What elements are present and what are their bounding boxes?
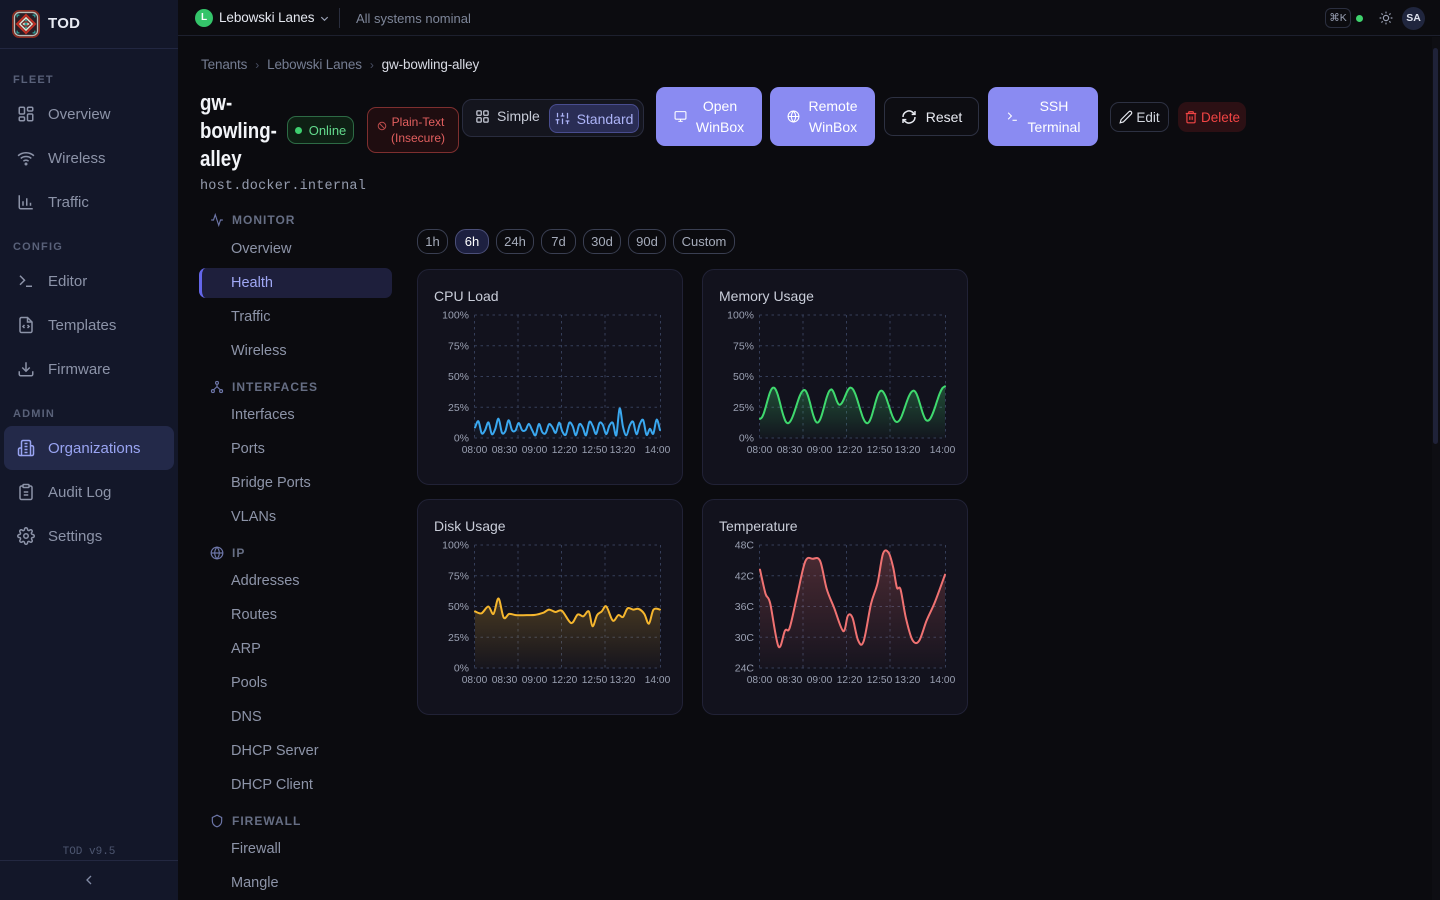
svg-text:25%: 25% bbox=[448, 402, 469, 414]
svg-text:14:00: 14:00 bbox=[930, 445, 956, 456]
svg-text:12:50: 12:50 bbox=[582, 675, 608, 686]
svg-text:25%: 25% bbox=[733, 402, 754, 414]
svg-text:12:20: 12:20 bbox=[552, 675, 578, 686]
svg-text:09:00: 09:00 bbox=[807, 445, 833, 456]
svg-text:30C: 30C bbox=[735, 632, 755, 644]
svg-text:42C: 42C bbox=[735, 570, 755, 582]
svg-text:13:20: 13:20 bbox=[895, 675, 921, 686]
svg-text:12:50: 12:50 bbox=[867, 675, 893, 686]
svg-text:09:00: 09:00 bbox=[522, 675, 548, 686]
svg-text:12:50: 12:50 bbox=[582, 445, 608, 456]
svg-text:75%: 75% bbox=[448, 340, 469, 352]
svg-text:0%: 0% bbox=[454, 433, 469, 445]
svg-text:08:00: 08:00 bbox=[462, 675, 488, 686]
svg-text:12:20: 12:20 bbox=[837, 445, 863, 456]
svg-text:75%: 75% bbox=[448, 570, 469, 582]
svg-text:100%: 100% bbox=[442, 310, 469, 322]
svg-text:09:00: 09:00 bbox=[807, 675, 833, 686]
svg-text:13:20: 13:20 bbox=[610, 445, 636, 456]
svg-text:14:00: 14:00 bbox=[645, 675, 671, 686]
svg-text:12:20: 12:20 bbox=[552, 445, 578, 456]
svg-text:50%: 50% bbox=[448, 601, 469, 613]
svg-text:50%: 50% bbox=[733, 371, 754, 383]
svg-text:09:00: 09:00 bbox=[522, 445, 548, 456]
svg-text:08:00: 08:00 bbox=[747, 675, 773, 686]
svg-text:50%: 50% bbox=[448, 371, 469, 383]
svg-text:100%: 100% bbox=[442, 540, 469, 552]
svg-text:48C: 48C bbox=[735, 540, 755, 552]
svg-text:100%: 100% bbox=[727, 310, 754, 322]
svg-text:13:20: 13:20 bbox=[895, 445, 921, 456]
svg-text:08:00: 08:00 bbox=[462, 445, 488, 456]
svg-text:08:30: 08:30 bbox=[777, 445, 803, 456]
svg-text:13:20: 13:20 bbox=[610, 675, 636, 686]
svg-text:08:30: 08:30 bbox=[492, 445, 518, 456]
svg-text:0%: 0% bbox=[739, 433, 754, 445]
svg-text:14:00: 14:00 bbox=[930, 675, 956, 686]
svg-text:08:30: 08:30 bbox=[492, 675, 518, 686]
svg-text:12:50: 12:50 bbox=[867, 445, 893, 456]
svg-text:0%: 0% bbox=[454, 663, 469, 675]
svg-text:75%: 75% bbox=[733, 340, 754, 352]
svg-text:12:20: 12:20 bbox=[837, 675, 863, 686]
svg-text:08:00: 08:00 bbox=[747, 445, 773, 456]
svg-text:14:00: 14:00 bbox=[645, 445, 671, 456]
svg-text:24C: 24C bbox=[735, 663, 755, 675]
svg-text:08:30: 08:30 bbox=[777, 675, 803, 686]
svg-text:36C: 36C bbox=[735, 601, 755, 613]
svg-text:25%: 25% bbox=[448, 632, 469, 644]
